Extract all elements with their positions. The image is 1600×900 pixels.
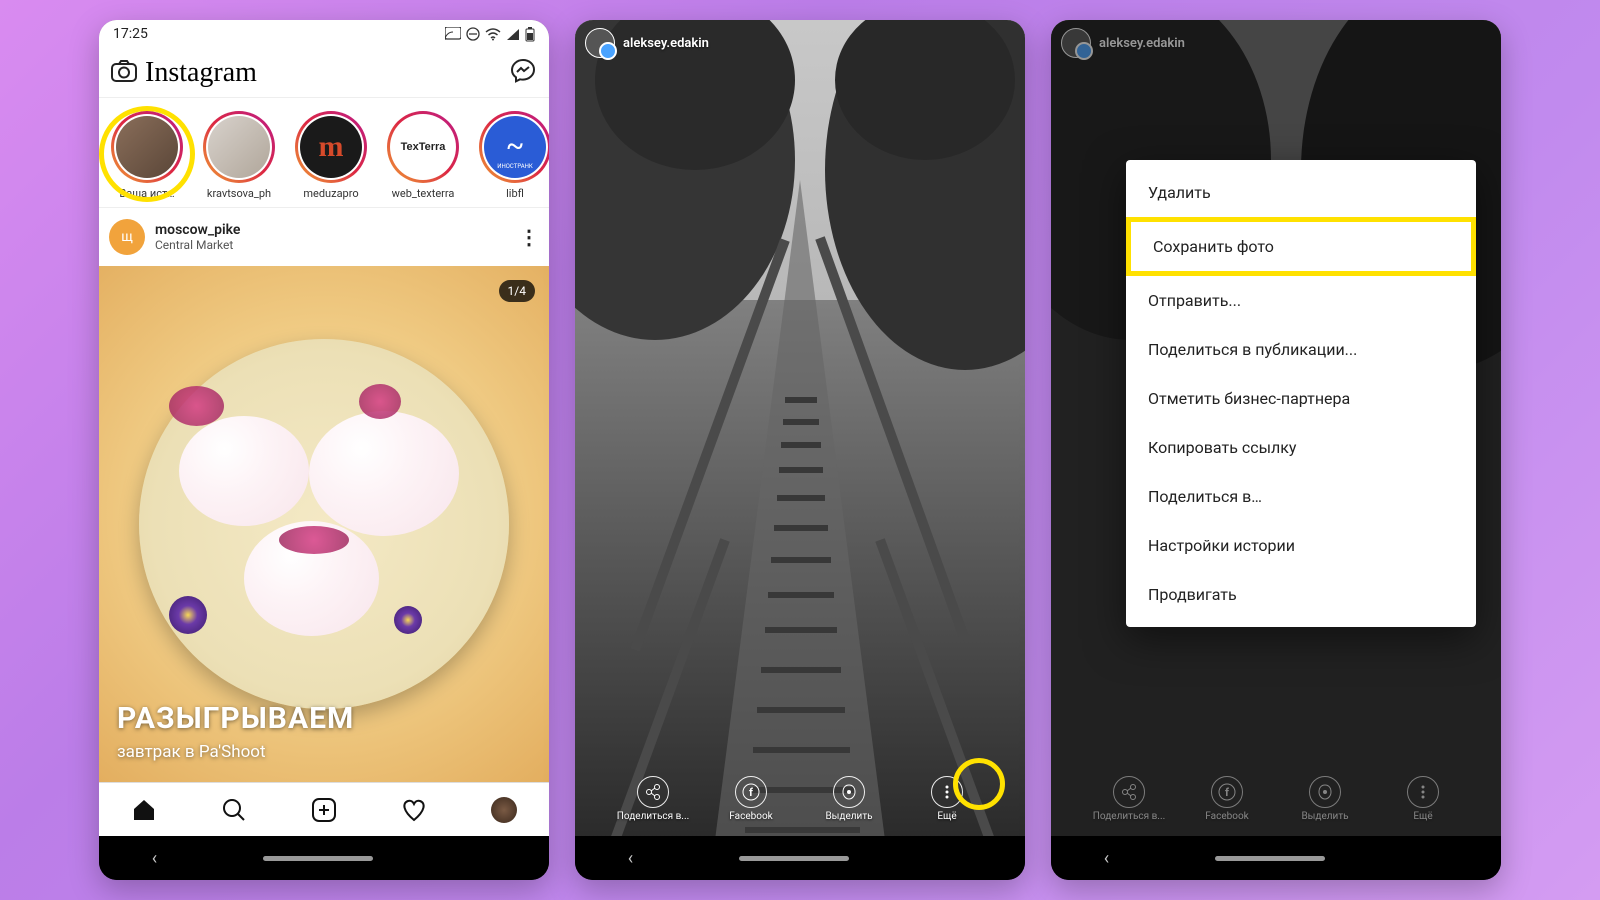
- story-label: kravtsova_ph: [207, 187, 271, 200]
- story-action-share[interactable]: Поделиться в...: [614, 776, 692, 822]
- menu-item[interactable]: Поделиться в публикации...: [1126, 325, 1476, 374]
- system-nav: ‹: [575, 836, 1025, 880]
- story-action-label: Ещё: [1413, 811, 1432, 822]
- facebook-icon: f: [735, 776, 767, 808]
- story-action-label: Facebook: [729, 811, 772, 822]
- story-user-avatar: [1061, 28, 1091, 58]
- signal-icon: [506, 28, 520, 41]
- back-icon[interactable]: ‹: [1104, 848, 1109, 869]
- home-pill[interactable]: [263, 856, 373, 861]
- more-icon: [1407, 776, 1439, 808]
- nav-search-icon[interactable]: [206, 788, 262, 832]
- story-action-facebook[interactable]: f Facebook: [712, 776, 790, 822]
- story-actions-bar: Поделиться в... f Facebook Выделить Ещё: [575, 776, 1025, 822]
- home-pill[interactable]: [1215, 856, 1325, 861]
- dnd-icon: [466, 27, 480, 41]
- instagram-logo: Instagram: [145, 57, 257, 89]
- nav-home-icon[interactable]: [116, 788, 172, 832]
- svg-text:f: f: [749, 786, 753, 799]
- story-item[interactable]: TexTerraweb_texterra: [381, 111, 465, 200]
- system-nav: ‹: [1051, 836, 1501, 880]
- story-username: aleksey.edakin: [1099, 36, 1185, 51]
- story-actions-bar: Поделиться в... f Facebook Выделить Ещё: [1051, 776, 1501, 822]
- story-item[interactable]: mmeduzapro: [289, 111, 373, 200]
- phone-story-menu: aleksey.edakin Поделиться в... f Facebook В…: [1051, 20, 1501, 880]
- more-icon: [931, 776, 963, 808]
- phone-story-viewer: aleksey.edakin Поделиться в... f Facebook В…: [575, 20, 1025, 880]
- app-header: Instagram: [99, 48, 549, 98]
- back-icon[interactable]: ‹: [628, 848, 633, 869]
- story-action-label: Поделиться в...: [1093, 811, 1165, 822]
- home-pill[interactable]: [739, 856, 849, 861]
- story-label: Ваша ист…: [119, 187, 174, 200]
- camera-icon[interactable]: [111, 59, 137, 87]
- battery-icon: [525, 27, 535, 42]
- story-action-label: Выделить: [1301, 811, 1348, 822]
- stories-tray[interactable]: Ваша ист… kravtsova_ph mmeduzaproTexTerraw…: [99, 98, 549, 208]
- post-more-icon[interactable]: ⋮: [519, 225, 539, 249]
- menu-item[interactable]: Копировать ссылку: [1126, 423, 1476, 472]
- post-location[interactable]: Central Market: [155, 238, 519, 252]
- story-action-highlight: Выделить: [1286, 776, 1364, 822]
- wifi-icon: [485, 28, 501, 41]
- post-header: щ moscow_pike Central Market ⋮: [99, 208, 549, 266]
- story-label: libfl: [506, 187, 524, 200]
- menu-item[interactable]: Поделиться в…: [1126, 472, 1476, 521]
- story-action-label: Поделиться в...: [617, 811, 689, 822]
- carousel-counter: 1/4: [499, 280, 535, 302]
- story-action-highlight[interactable]: Выделить: [810, 776, 888, 822]
- menu-item[interactable]: Сохранить фото: [1126, 217, 1476, 276]
- post-image[interactable]: 1/4 РАЗЫГРЫВАЕМ завтрак в Pa'Shoot: [99, 266, 549, 782]
- story-username[interactable]: aleksey.edakin: [623, 36, 709, 51]
- system-nav: ‹: [99, 836, 549, 880]
- messenger-icon[interactable]: [509, 57, 537, 89]
- story-item[interactable]: Ваша ист…: [105, 111, 189, 200]
- story-label: meduzapro: [303, 187, 358, 200]
- story-media: aleksey.edakin Поделиться в... f Facebook В…: [1051, 20, 1501, 836]
- menu-item[interactable]: Продвигать: [1126, 570, 1476, 619]
- story-action-facebook: f Facebook: [1188, 776, 1266, 822]
- menu-item[interactable]: Отправить...: [1126, 276, 1476, 325]
- story-item[interactable]: ~ИНОСТРАНКlibfl: [473, 111, 549, 200]
- share-icon: [1113, 776, 1145, 808]
- menu-item[interactable]: Отметить бизнес-партнера: [1126, 374, 1476, 423]
- story-action-label: Ещё: [937, 811, 956, 822]
- bottom-nav: [99, 782, 549, 836]
- story-action-share: Поделиться в...: [1090, 776, 1168, 822]
- story-action-label: Facebook: [1205, 811, 1248, 822]
- back-icon[interactable]: ‹: [152, 848, 157, 869]
- post-username[interactable]: moscow_pike: [155, 222, 519, 238]
- status-bar: 17:25: [99, 20, 549, 48]
- story-label: web_texterra: [392, 187, 455, 200]
- story-options-menu: УдалитьСохранить фотоОтправить...Поделит…: [1126, 160, 1476, 627]
- story-header: aleksey.edakin: [585, 28, 1015, 58]
- story-action-more[interactable]: Ещё: [908, 776, 986, 822]
- highlight-icon: [833, 776, 865, 808]
- facebook-icon: f: [1211, 776, 1243, 808]
- menu-item[interactable]: Настройки истории: [1126, 521, 1476, 570]
- svg-text:f: f: [1225, 786, 1229, 799]
- status-time: 17:25: [113, 26, 148, 42]
- phone-feed: 17:25 Instagram Ваша ист… kravtsova_ph mme…: [99, 20, 549, 880]
- menu-item[interactable]: Удалить: [1126, 168, 1476, 217]
- chromecast-icon: [445, 27, 461, 41]
- nav-activity-icon[interactable]: [386, 788, 442, 832]
- nav-profile-icon[interactable]: [476, 788, 532, 832]
- post-avatar[interactable]: щ: [109, 219, 145, 255]
- nav-newpost-icon[interactable]: [296, 788, 352, 832]
- story-header: aleksey.edakin: [1061, 28, 1491, 58]
- story-action-more: Ещё: [1384, 776, 1462, 822]
- story-media[interactable]: aleksey.edakin Поделиться в... f Facebook В…: [575, 20, 1025, 836]
- share-icon: [637, 776, 669, 808]
- story-item[interactable]: kravtsova_ph: [197, 111, 281, 200]
- highlight-icon: [1309, 776, 1341, 808]
- post-overlay-text: РАЗЫГРЫВАЕМ завтрак в Pa'Shoot: [117, 701, 354, 762]
- story-user-avatar[interactable]: [585, 28, 615, 58]
- story-action-label: Выделить: [825, 811, 872, 822]
